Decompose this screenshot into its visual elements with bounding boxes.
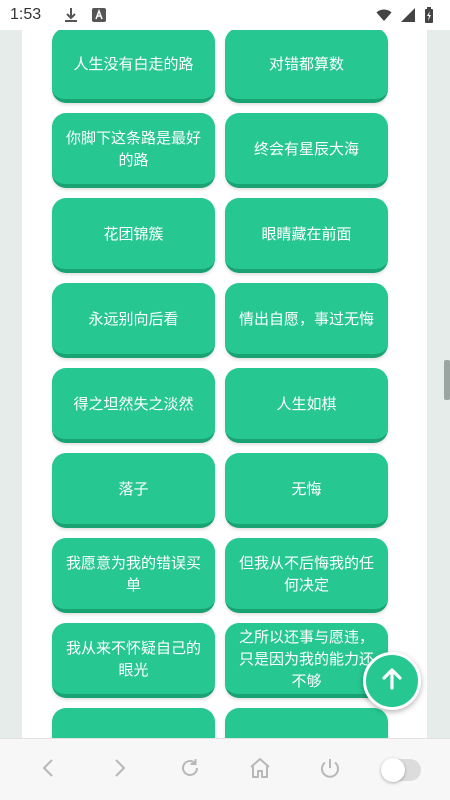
wifi-icon <box>376 7 392 23</box>
status-bar: 1:53 <box>0 0 450 30</box>
home-button[interactable] <box>240 750 280 790</box>
quote-card[interactable]: 花团锦簇 <box>52 198 215 273</box>
home-icon <box>248 756 272 784</box>
forward-icon <box>108 757 130 783</box>
scroll-to-top-button[interactable] <box>363 652 421 710</box>
quote-card[interactable]: 对错都算数 <box>225 30 388 103</box>
toggle-knob <box>380 757 405 782</box>
scrollbar-thumb[interactable] <box>444 360 450 400</box>
arrow-up-icon <box>379 666 405 696</box>
quote-card[interactable]: 我愿意为我的错误买单 <box>52 538 215 613</box>
status-time: 1:53 <box>10 6 42 23</box>
back-button[interactable] <box>29 750 69 790</box>
quote-card[interactable]: 你脚下这条路是最好的路 <box>52 113 215 188</box>
quote-card[interactable] <box>225 708 388 738</box>
quote-card[interactable]: 但我从不后悔我的任何决定 <box>225 538 388 613</box>
forward-button[interactable] <box>99 750 139 790</box>
quote-card[interactable]: 永远别向后看 <box>52 283 215 358</box>
quote-card[interactable]: 情出自愿，事过无悔 <box>225 283 388 358</box>
signal-icon <box>400 7 416 23</box>
quote-card[interactable] <box>52 708 215 738</box>
download-icon <box>63 7 79 23</box>
refresh-icon <box>178 756 202 784</box>
power-icon <box>318 756 342 784</box>
quote-card[interactable]: 终会有星辰大海 <box>225 113 388 188</box>
status-icons-left <box>63 7 107 23</box>
content-area[interactable]: 人生没有白走的路 对错都算数 你脚下这条路是最好的路 终会有星辰大海 花团锦簇 … <box>22 30 427 738</box>
power-button[interactable] <box>310 750 350 790</box>
quote-card[interactable]: 人生如棋 <box>225 368 388 443</box>
quote-card[interactable]: 无悔 <box>225 453 388 528</box>
toggle-track <box>380 757 421 782</box>
quote-card[interactable]: 落子 <box>52 453 215 528</box>
battery-icon <box>424 7 440 23</box>
status-icons-right <box>376 7 440 23</box>
toggle-switch[interactable] <box>380 750 421 790</box>
refresh-button[interactable] <box>170 750 210 790</box>
back-icon <box>38 757 60 783</box>
quote-card[interactable]: 眼睛藏在前面 <box>225 198 388 273</box>
browser-bottom-bar <box>0 738 450 800</box>
quote-card[interactable]: 人生没有白走的路 <box>52 30 215 103</box>
a-badge-icon <box>91 7 107 23</box>
quote-card[interactable]: 我从来不怀疑自己的眼光 <box>52 623 215 698</box>
quote-grid: 人生没有白走的路 对错都算数 你脚下这条路是最好的路 终会有星辰大海 花团锦簇 … <box>52 30 388 738</box>
quote-card[interactable]: 得之坦然失之淡然 <box>52 368 215 443</box>
